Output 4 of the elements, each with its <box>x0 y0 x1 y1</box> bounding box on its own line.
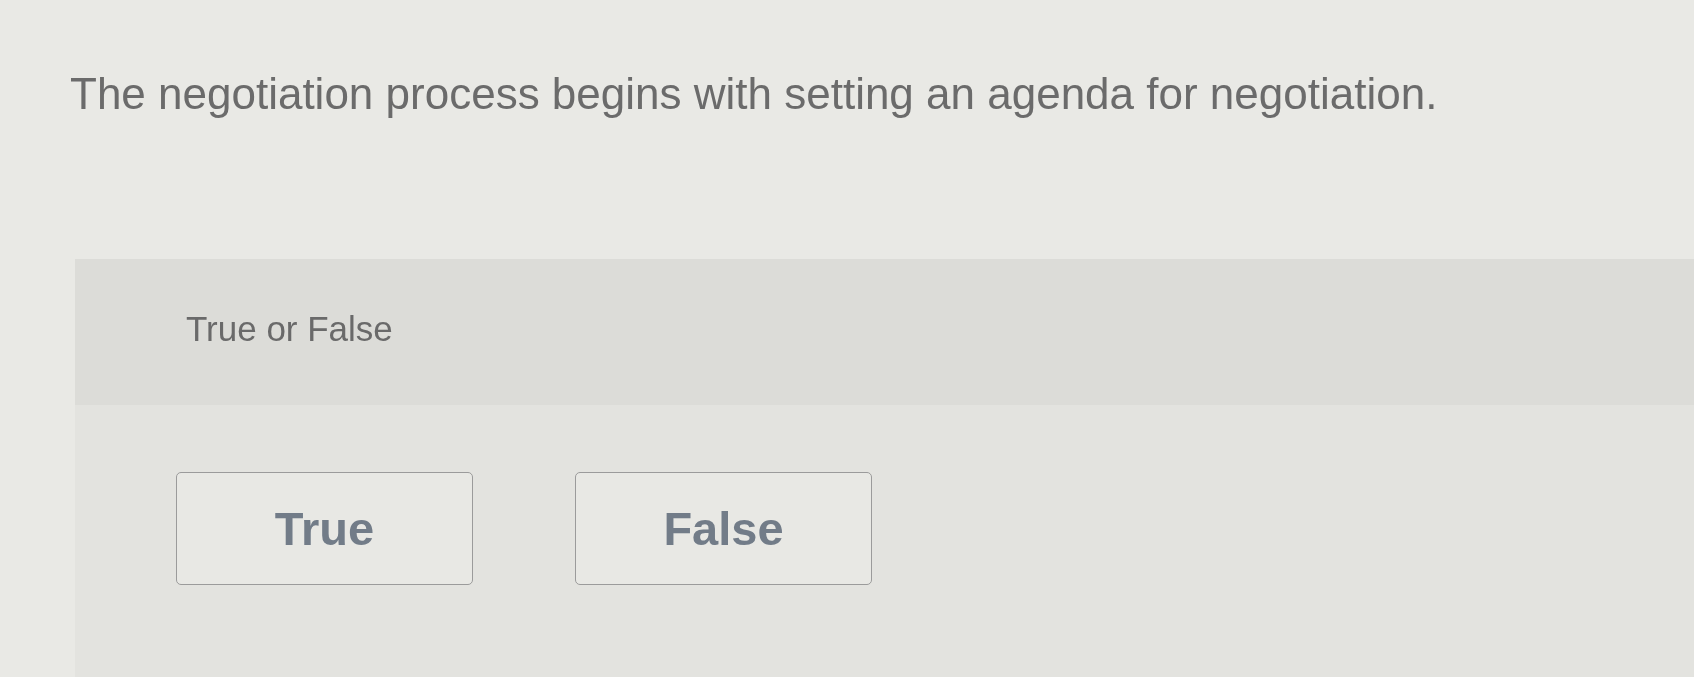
prompt-label: True or False <box>186 309 393 349</box>
question-text: The negotiation process begins with setting an agenda for negotiation. <box>70 68 1438 120</box>
answer-option-button[interactable]: False <box>575 472 872 585</box>
answer-option-button[interactable]: True <box>176 472 473 585</box>
